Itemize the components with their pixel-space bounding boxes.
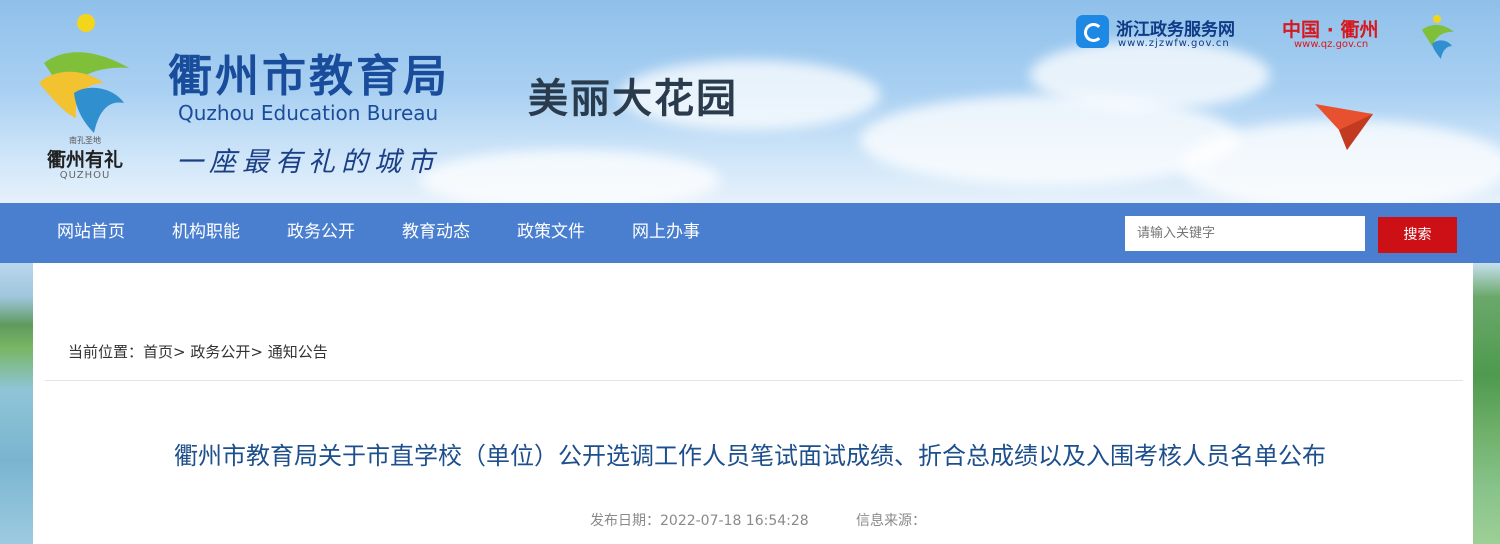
nav-item-home[interactable]: 网站首页 xyxy=(57,203,125,263)
quzhou-emblem-icon xyxy=(39,52,129,133)
qz-gov-url[interactable]: www.qz.gov.cn xyxy=(1294,39,1368,50)
search-button[interactable]: 搜索 xyxy=(1378,217,1457,253)
logo-caption: 衢州有礼 xyxy=(46,149,123,171)
publish-meta: 发布日期：2022-07-18 16:54:28 xyxy=(590,510,809,530)
publish-label: 发布日期： xyxy=(590,513,660,529)
zjzwfw-logo-icon[interactable] xyxy=(1076,15,1109,48)
breadcrumb-prefix: 当前位置： xyxy=(68,343,144,361)
site-title[interactable]: 衢州市教育局 xyxy=(168,40,450,104)
quzhou-emblem-small-icon xyxy=(1422,15,1454,59)
publish-date: 2022-07-18 16:54:28 xyxy=(660,513,809,529)
breadcrumb-notices[interactable]: 通知公告 xyxy=(268,343,328,361)
qz-gov-link[interactable]: 中国 · 衢州 xyxy=(1282,15,1378,42)
site-header: 南孔圣地 衢州有礼 QUZHOU 衢州市教育局 Quzhou Education… xyxy=(0,0,1500,203)
slogan: 一座最有礼的城市 xyxy=(176,147,440,178)
nav-item-public-affairs[interactable]: 政务公开 xyxy=(287,203,355,263)
search-input[interactable] xyxy=(1125,216,1365,251)
beauty-garden-text: 美丽大花园 xyxy=(528,75,738,122)
nav-item-policy-docs[interactable]: 政策文件 xyxy=(517,203,585,263)
nav-item-functions[interactable]: 机构职能 xyxy=(172,203,240,263)
side-photo-left xyxy=(0,263,33,544)
side-photo-right xyxy=(1473,263,1500,544)
site-subtitle: Quzhou Education Bureau xyxy=(178,101,439,125)
article-title: 衢州市教育局关于市直学校（单位）公开选调工作人员笔试面试成绩、折合总成绩以及入围… xyxy=(174,442,1326,470)
divider xyxy=(45,380,1463,381)
breadcrumb: 当前位置：首页> 政务公开> 通知公告 xyxy=(68,341,328,362)
nav-item-online-services[interactable]: 网上办事 xyxy=(632,203,700,263)
content-panel xyxy=(33,263,1473,544)
zjzwfw-url[interactable]: www.zjzwfw.gov.cn xyxy=(1118,38,1230,49)
breadcrumb-public-affairs[interactable]: 政务公开> xyxy=(190,343,263,361)
cloud-decoration xyxy=(420,150,720,203)
sun-icon xyxy=(77,14,95,32)
source-label: 信息来源： xyxy=(856,513,926,529)
cloud-decoration xyxy=(1030,40,1270,110)
paper-plane-icon xyxy=(1315,104,1373,150)
zjzwfw-link[interactable]: 浙江政务服务网 xyxy=(1116,15,1235,40)
nav-item-education-news[interactable]: 教育动态 xyxy=(402,203,470,263)
quzhou-logo[interactable]: 南孔圣地 衢州有礼 QUZHOU xyxy=(30,10,140,190)
logo-quzhou: QUZHOU xyxy=(59,170,111,181)
breadcrumb-home[interactable]: 首页> xyxy=(143,343,186,361)
